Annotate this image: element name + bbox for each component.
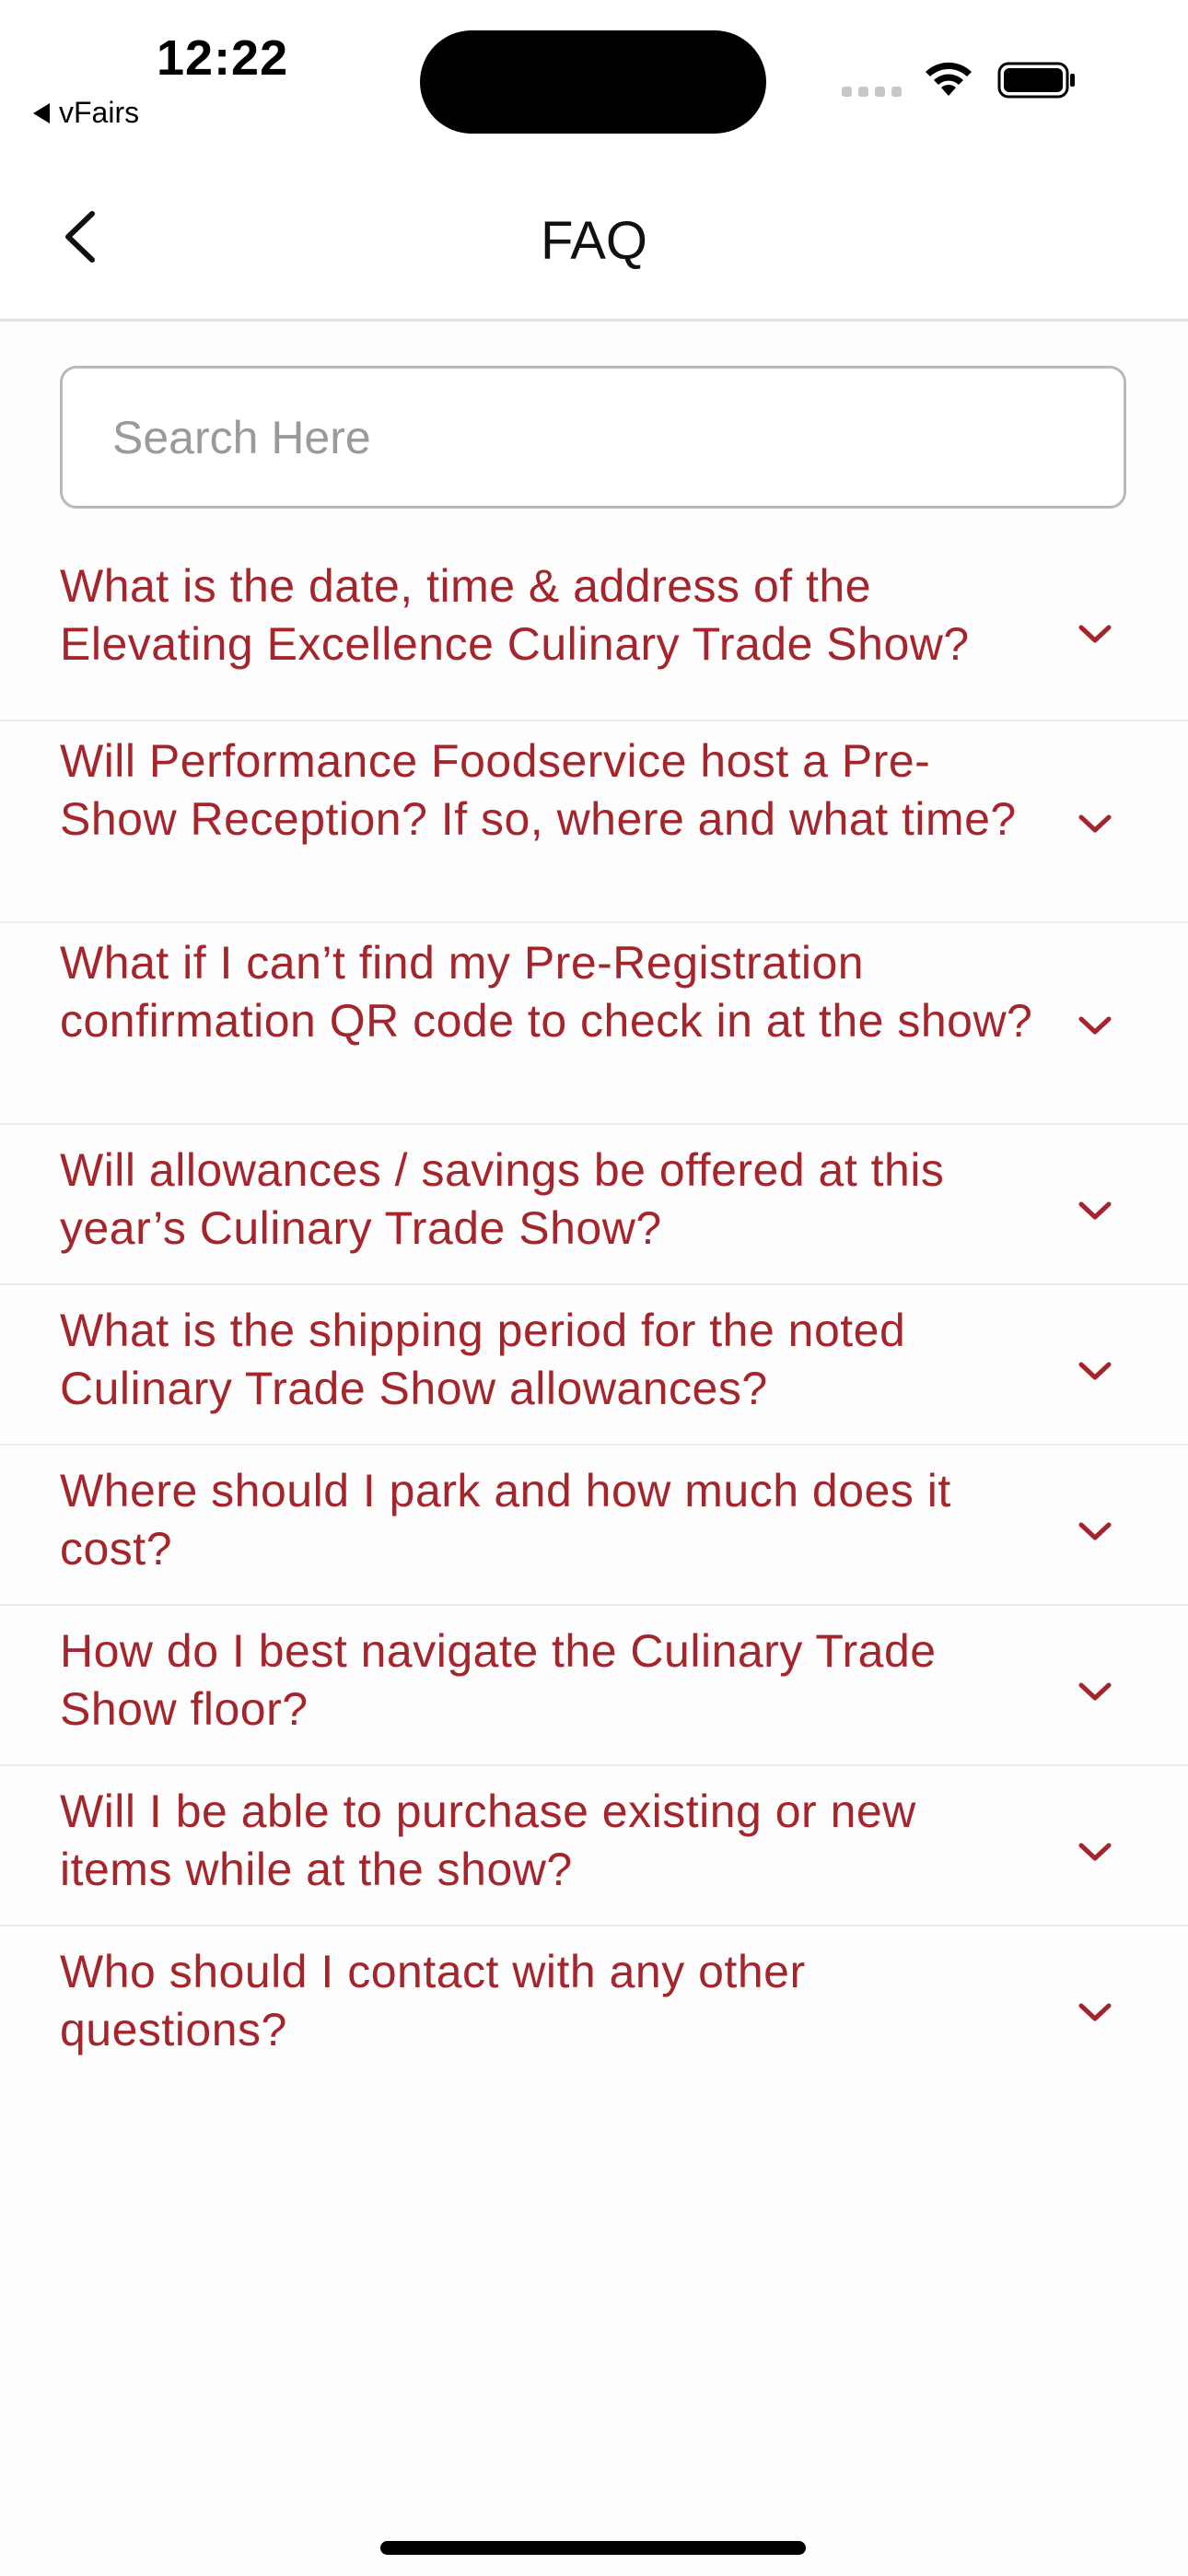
faq-question: What is the date, time & address of the … <box>60 560 970 670</box>
page-title: FAQ <box>540 211 648 271</box>
chevron-down-icon[interactable] <box>1076 1519 1114 1543</box>
faq-question: Will I be able to purchase existing or n… <box>60 1786 916 1895</box>
faq-item[interactable]: What if I can’t find my Pre-Registration… <box>0 923 1188 1125</box>
battery-icon <box>997 62 1075 99</box>
search-input[interactable] <box>60 366 1126 509</box>
chevron-down-icon[interactable] <box>1076 1199 1114 1223</box>
back-to-app-link[interactable]: vFairs <box>33 96 139 130</box>
faq-item[interactable]: Who should I contact with any other ques… <box>0 1926 1188 2087</box>
chevron-down-icon[interactable] <box>1076 1359 1114 1383</box>
faq-item[interactable]: What is the shipping period for the note… <box>0 1285 1188 1446</box>
dynamic-island <box>420 30 766 134</box>
faq-question: What if I can’t find my Pre-Registration… <box>60 937 1033 1047</box>
faq-question: How do I best navigate the Culinary Trad… <box>60 1625 937 1735</box>
chevron-down-icon[interactable] <box>1076 1840 1114 1864</box>
faq-item[interactable]: What is the date, time & address of the … <box>0 537 1188 721</box>
status-bar: 12:22 vFairs <box>0 0 1188 147</box>
faq-question: What is the shipping period for the note… <box>60 1305 906 1414</box>
faq-question: Will Performance Foodservice host a Pre-… <box>60 735 1017 845</box>
chevron-down-icon[interactable] <box>1076 1013 1114 1037</box>
chevron-down-icon[interactable] <box>1076 622 1114 646</box>
faq-question: Who should I contact with any other ques… <box>60 1946 806 2055</box>
back-triangle-icon <box>33 102 50 123</box>
faq-item[interactable]: Will Performance Foodservice host a Pre-… <box>0 721 1188 923</box>
home-indicator[interactable] <box>380 2541 806 2555</box>
chevron-down-icon[interactable] <box>1076 1680 1114 1704</box>
faq-item[interactable]: How do I best navigate the Culinary Trad… <box>0 1606 1188 1766</box>
faq-item[interactable]: Will I be able to purchase existing or n… <box>0 1766 1188 1926</box>
status-time: 12:22 <box>157 30 289 86</box>
chevron-down-icon[interactable] <box>1076 2000 1114 2024</box>
back-app-label: vFairs <box>59 96 140 129</box>
faq-item[interactable]: Will allowances / savings be offered at … <box>0 1125 1188 1285</box>
faq-item[interactable]: Where should I park and how much does it… <box>0 1446 1188 1606</box>
faq-content: What is the date, time & address of the … <box>0 322 1188 2576</box>
faq-question: Will allowances / savings be offered at … <box>60 1144 945 1254</box>
chevron-down-icon[interactable] <box>1076 812 1114 836</box>
wifi-icon <box>926 62 972 96</box>
faq-question: Where should I park and how much does it… <box>60 1465 951 1575</box>
navigation-bar: FAQ <box>0 147 1188 322</box>
cellular-signal-icon <box>842 87 902 97</box>
